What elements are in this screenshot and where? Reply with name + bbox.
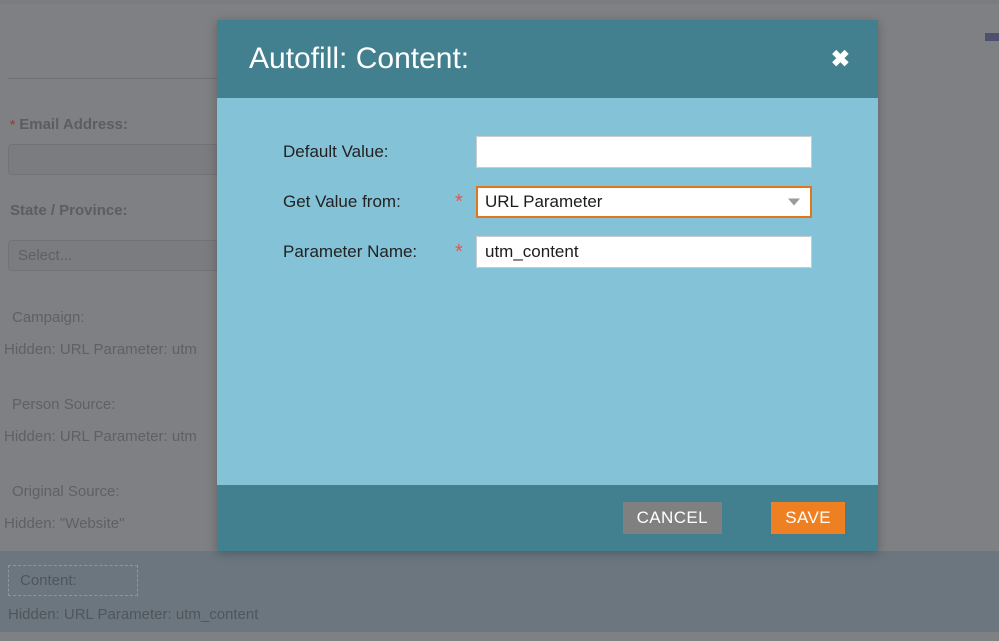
required-asterisk-parameter-name: * xyxy=(455,241,463,263)
background-label-email-text: Email Address: xyxy=(19,116,128,133)
background-label-campaign: Campaign: xyxy=(12,309,85,326)
background-label-original-source: Original Source: xyxy=(12,483,120,500)
background-bottom-strip xyxy=(0,632,999,641)
background-hidden-campaign: Hidden: URL Parameter: utm xyxy=(4,341,197,358)
modal-body: Default Value: Get Value from: * URL Par… xyxy=(217,98,878,485)
form-row-parameter-name: Parameter Name: * xyxy=(217,236,878,268)
label-parameter-name: Parameter Name: xyxy=(283,242,418,261)
background-label-email: * Email Address: xyxy=(10,116,128,133)
form-row-default-value: Default Value: xyxy=(217,136,878,168)
label-default-value: Default Value: xyxy=(283,142,389,161)
required-asterisk-icon: * xyxy=(10,117,16,132)
modal-footer: CANCEL SAVE xyxy=(217,485,878,551)
content-field-description: Hidden: URL Parameter: utm_content xyxy=(8,606,259,623)
parameter-name-input[interactable] xyxy=(476,236,812,268)
get-value-from-selected-value: URL Parameter xyxy=(485,192,603,211)
autofill-modal: Autofill: Content: ✖ Default Value: Get … xyxy=(217,20,878,551)
content-field-label: Content: xyxy=(20,572,77,589)
label-get-value-from: Get Value from: xyxy=(283,192,401,211)
close-icon[interactable]: ✖ xyxy=(831,47,850,71)
background-top-band xyxy=(0,0,999,4)
background-hidden-person-source: Hidden: URL Parameter: utm xyxy=(4,428,197,445)
required-asterisk-get-value-from: * xyxy=(455,191,463,213)
save-button[interactable]: SAVE xyxy=(771,502,845,534)
modal-header: Autofill: Content: ✖ xyxy=(217,20,878,98)
background-label-state: State / Province: xyxy=(10,202,128,219)
modal-title: Autofill: Content: xyxy=(249,42,470,75)
background-hidden-original-source: Hidden: "Website" xyxy=(4,515,125,532)
default-value-input[interactable] xyxy=(476,136,812,168)
get-value-from-select[interactable]: URL Parameter xyxy=(476,186,812,218)
get-value-from-select-wrap: URL Parameter xyxy=(476,186,812,218)
form-row-get-value-from: Get Value from: * URL Parameter xyxy=(217,186,878,218)
background-accent-chip xyxy=(985,33,999,41)
background-label-person-source: Person Source: xyxy=(12,396,116,413)
cancel-button[interactable]: CANCEL xyxy=(622,502,722,534)
background-select-state-value: Select... xyxy=(18,247,73,264)
